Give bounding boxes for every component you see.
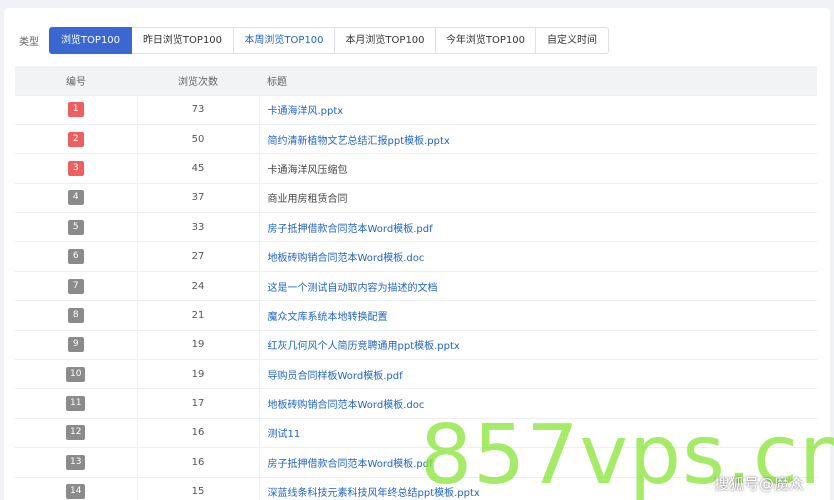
ranking-table: 编号 浏览次数 标题 1 73 卡通海洋风.pptx 2 50 简约清新植物文艺总结汇报p… — [15, 66, 817, 500]
tab-custom-time[interactable]: 自定义时间 — [536, 27, 609, 54]
table-row: 2 50 简约清新植物文艺总结汇报ppt模板.pptx — [15, 124, 817, 155]
document-title-link[interactable]: 卡通海洋风.pptx — [268, 106, 344, 117]
views-cell: 19 — [137, 330, 260, 361]
rank-cell: 14 — [15, 477, 138, 500]
rank-cell: 7 — [15, 271, 138, 302]
views-cell: 19 — [137, 359, 260, 390]
views-cell: 33 — [137, 212, 260, 243]
document-title-link[interactable]: 深蓝线条科技元素科技风年终总结ppt模板.pptx — [268, 488, 480, 499]
rank-badge: 3 — [67, 160, 84, 176]
tab-month-top100[interactable]: 本月浏览TOP100 — [335, 27, 436, 54]
rank-badge: 14 — [66, 484, 86, 500]
views-cell: 16 — [137, 447, 260, 478]
document-title-link[interactable]: 红灰几何风个人简历竞聘通用ppt模板.pptx — [268, 341, 460, 352]
table-row: 11 17 地板砖购销合同范本Word模板.doc — [15, 388, 817, 419]
document-title-link[interactable]: 这是一个测试自动取内容为描述的文档 — [268, 283, 438, 294]
header-views: 浏览次数 — [137, 66, 259, 96]
rank-cell: 12 — [15, 418, 138, 449]
rank-cell: 1 — [15, 95, 138, 125]
rank-badge: 12 — [66, 425, 86, 441]
views-cell: 27 — [137, 241, 260, 272]
title-cell: 简约清新植物文艺总结汇报ppt模板.pptx — [259, 124, 817, 155]
rank-cell: 9 — [15, 330, 138, 361]
views-cell: 45 — [137, 153, 260, 184]
header-title: 标题 — [259, 66, 817, 96]
table-row: 7 24 这是一个测试自动取内容为描述的文档 — [15, 271, 817, 302]
views-cell: 24 — [137, 271, 260, 302]
views-cell: 50 — [137, 124, 260, 155]
rank-badge: 5 — [67, 219, 84, 235]
rank-cell: 10 — [15, 359, 138, 390]
title-cell: 这是一个测试自动取内容为描述的文档 — [259, 271, 817, 302]
table-header-row: 编号 浏览次数 标题 — [15, 66, 817, 96]
rank-cell: 13 — [15, 447, 138, 478]
table-row: 13 16 房子抵押借款合同范本Word模板.pdf — [15, 447, 817, 478]
rank-cell: 11 — [15, 388, 138, 419]
title-cell: 房子抵押借款合同范本Word模板.pdf — [259, 212, 817, 243]
table-body: 1 73 卡通海洋风.pptx 2 50 简约清新植物文艺总结汇报ppt模板.pptx 3 4… — [15, 95, 817, 500]
rank-badge: 2 — [67, 131, 84, 147]
table-row: 6 27 地板砖购销合同范本Word模板.doc — [15, 241, 817, 272]
document-title-link[interactable]: 魔众文库系统本地转换配置 — [268, 312, 388, 323]
table-row: 8 21 魔众文库系统本地转换配置 — [15, 300, 817, 331]
tab-total-top100[interactable]: 浏览TOP100 — [49, 27, 132, 54]
rank-badge: 9 — [67, 337, 84, 353]
title-cell: 红灰几何风个人简历竞聘通用ppt模板.pptx — [259, 330, 817, 361]
table-row: 9 19 红灰几何风个人简历竞聘通用ppt模板.pptx — [15, 330, 817, 361]
rank-badge: 13 — [66, 454, 86, 470]
title-cell: 商业用房租赁合同 — [259, 183, 817, 214]
document-title-link[interactable]: 房子抵押借款合同范本Word模板.pdf — [268, 459, 433, 470]
title-cell: 导购员合同样板Word模板.pdf — [259, 359, 817, 390]
tab-year-top100[interactable]: 今年浏览TOP100 — [436, 27, 536, 54]
table-row: 3 45 卡通海洋风压缩包 — [15, 153, 817, 184]
rank-cell: 6 — [15, 241, 138, 272]
table-row: 4 37 商业用房租赁合同 — [15, 183, 817, 214]
rank-cell: 8 — [15, 300, 138, 331]
title-cell: 房子抵押借款合同范本Word模板.pdf — [259, 447, 817, 478]
rank-badge: 4 — [67, 190, 84, 206]
table-row: 14 15 深蓝线条科技元素科技风年终总结ppt模板.pptx — [15, 477, 817, 500]
document-title: 卡通海洋风压缩包 — [267, 164, 348, 176]
document-title-link[interactable]: 房子抵押借款合同范本Word模板.pdf — [268, 224, 433, 235]
title-cell: 测试11 — [259, 418, 817, 449]
title-cell: 卡通海洋风压缩包 — [259, 153, 817, 184]
tab-week-top100[interactable]: 本周浏览TOP100 — [234, 27, 335, 54]
rank-cell: 3 — [15, 153, 138, 184]
table-row: 5 33 房子抵押借款合同范本Word模板.pdf — [15, 212, 817, 243]
rank-badge: 7 — [67, 278, 84, 294]
views-cell: 16 — [137, 418, 260, 449]
type-tab-group: 浏览TOP100 昨日浏览TOP100 本周浏览TOP100 本月浏览TOP10… — [49, 27, 609, 54]
title-cell: 地板砖购销合同范本Word模板.doc — [259, 241, 817, 272]
document-title-link[interactable]: 简约清新植物文艺总结汇报ppt模板.pptx — [268, 136, 450, 147]
rank-badge: 10 — [66, 366, 86, 382]
rank-badge: 8 — [67, 307, 84, 323]
views-cell: 21 — [137, 300, 260, 331]
type-label: 类型 — [19, 37, 39, 48]
document-title-link[interactable]: 导购员合同样板Word模板.pdf — [268, 371, 403, 382]
rank-badge: 1 — [67, 102, 84, 118]
views-cell: 73 — [137, 95, 260, 125]
rank-cell: 5 — [15, 212, 138, 243]
title-cell: 卡通海洋风.pptx — [259, 95, 817, 125]
tab-yesterday-top100[interactable]: 昨日浏览TOP100 — [132, 27, 234, 54]
document-title-link[interactable]: 测试11 — [268, 429, 301, 440]
table-row: 10 19 导购员合同样板Word模板.pdf — [15, 359, 817, 390]
views-cell: 17 — [137, 388, 260, 419]
table-row: 12 16 测试11 — [15, 418, 817, 449]
rank-badge: 6 — [67, 249, 84, 265]
title-cell: 魔众文库系统本地转换配置 — [259, 300, 817, 331]
views-cell: 15 — [137, 477, 260, 500]
views-cell: 37 — [137, 183, 260, 214]
document-title-link[interactable]: 地板砖购销合同范本Word模板.doc — [268, 253, 425, 264]
document-title-link[interactable]: 地板砖购销合同范本Word模板.doc — [268, 400, 425, 411]
table-row: 1 73 卡通海洋风.pptx — [15, 95, 817, 125]
title-cell: 深蓝线条科技元素科技风年终总结ppt模板.pptx — [259, 477, 817, 500]
document-title: 商业用房租赁合同 — [267, 194, 348, 206]
rank-badge: 11 — [66, 396, 86, 412]
rank-cell: 4 — [15, 183, 138, 214]
title-cell: 地板砖购销合同范本Word模板.doc — [259, 388, 817, 419]
header-rank: 编号 — [15, 66, 137, 96]
rank-cell: 2 — [15, 124, 138, 155]
